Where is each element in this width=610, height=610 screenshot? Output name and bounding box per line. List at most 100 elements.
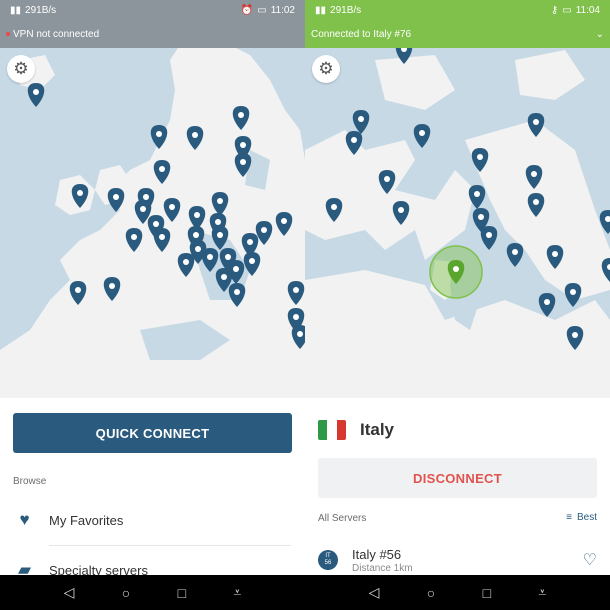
system-nav-bar: ◁ ○ □ ⩡ ◁ ○ □ ⩡ (0, 575, 610, 610)
server-pin[interactable] (345, 131, 363, 155)
menu-item-specialty[interactable]: ▰ Specialty servers (0, 550, 305, 575)
menu-item-label: Specialty servers (49, 562, 148, 576)
server-pin[interactable] (601, 258, 610, 282)
all-servers-label: All Servers (318, 513, 367, 524)
connection-status-bar: VPN not connected (0, 20, 305, 48)
network-speed: 291B/s (330, 4, 362, 16)
sort-icon: ≡ (566, 512, 572, 523)
quick-connect-button[interactable]: QUICK CONNECT (13, 413, 292, 453)
server-map[interactable] (0, 0, 305, 398)
connection-status-text: VPN not connected (13, 28, 100, 40)
server-pin[interactable] (153, 160, 171, 184)
connected-country: Italy (318, 420, 394, 440)
server-pin[interactable] (103, 277, 121, 301)
server-badge-country: IT (325, 553, 331, 559)
server-map[interactable] (305, 0, 610, 398)
server-distance: Distance 1km (352, 562, 413, 574)
server-pin[interactable] (153, 228, 171, 252)
key-icon: ⚷ (550, 4, 559, 16)
server-pin[interactable] (27, 83, 45, 107)
signal-icon: ▮▮ (315, 4, 327, 16)
disconnect-button[interactable]: DISCONNECT (318, 458, 597, 498)
server-list-item[interactable]: IT 56 Italy #56 Distance 1km ♡ (318, 545, 597, 575)
menu-item-favorites[interactable]: ♥ My Favorites (0, 500, 305, 540)
home-icon[interactable]: ○ (427, 585, 435, 601)
server-pin[interactable] (163, 198, 181, 222)
battery-icon: ▭ (562, 4, 572, 16)
server-pin[interactable] (564, 283, 582, 307)
menu-item-label: My Favorites (49, 512, 124, 528)
connection-status-text: Connected to Italy #76 (311, 28, 412, 40)
server-pin[interactable] (243, 252, 261, 276)
server-pin[interactable] (506, 243, 524, 267)
server-pin[interactable] (468, 185, 486, 209)
server-pin[interactable] (527, 113, 545, 137)
sort-button[interactable]: ≡ Best (566, 512, 597, 523)
browse-label: Browse (13, 476, 47, 487)
server-pin[interactable] (186, 126, 204, 150)
battery-icon: ▭ (257, 4, 267, 16)
home-icon[interactable]: ○ (122, 585, 130, 601)
server-pin[interactable] (275, 212, 293, 236)
server-pin[interactable] (211, 192, 229, 216)
back-icon[interactable]: ◁ (369, 584, 380, 601)
server-pin[interactable] (471, 148, 489, 172)
clock: 11:04 (575, 4, 600, 16)
italy-flag-icon (318, 420, 346, 440)
star-folder-icon: ▰ (17, 560, 32, 575)
menu-down-icon[interactable]: ⩡ (538, 584, 546, 601)
divider (49, 545, 291, 546)
server-pin[interactable] (325, 198, 343, 222)
connection-status-bar: Connected to Italy #76 ⌄ (305, 20, 610, 48)
heart-icon: ♥ (19, 510, 30, 529)
chevron-down-icon[interactable]: ⌄ (596, 29, 604, 40)
sort-label: Best (576, 512, 597, 523)
country-name: Italy (360, 420, 395, 439)
recents-icon[interactable]: □ (483, 585, 491, 601)
server-pin[interactable] (527, 193, 545, 217)
server-pin[interactable] (566, 326, 584, 350)
server-pin[interactable] (546, 245, 564, 269)
server-pin[interactable] (125, 228, 143, 252)
clock: 11:02 (270, 4, 295, 16)
server-pin[interactable] (599, 210, 610, 234)
server-pin[interactable] (234, 153, 252, 177)
bottom-sheet: Italy DISCONNECT All Servers ≡ Best IT 5… (305, 398, 610, 575)
server-pin[interactable] (287, 281, 305, 305)
server-pin[interactable] (255, 221, 273, 245)
server-pin[interactable] (228, 283, 246, 307)
server-pin[interactable] (378, 170, 396, 194)
menu-down-icon[interactable]: ⩡ (233, 584, 241, 601)
server-pin[interactable] (538, 293, 556, 317)
server-pin[interactable] (150, 125, 168, 149)
favorite-heart-icon[interactable]: ♡ (583, 550, 597, 570)
server-pin-layer[interactable] (305, 0, 610, 398)
signal-icon: ▮▮ (10, 4, 22, 16)
status-bar: ▮▮ 291B/s ⚷ ▭ 11:04 (305, 0, 610, 20)
left-screen: ▮▮ 291B/s ⏰ ▭ 11:02 VPN not connected ⚙ QUI… (0, 0, 305, 575)
server-badge-number: 56 (324, 560, 332, 566)
right-screen: ▮▮ 291B/s ⚷ ▭ 11:04 Connected to Italy #76 … (305, 0, 610, 575)
back-icon[interactable]: ◁ (64, 584, 75, 601)
server-pin[interactable] (525, 165, 543, 189)
server-pin[interactable] (69, 281, 87, 305)
server-pin[interactable] (71, 184, 89, 208)
server-pin[interactable] (291, 325, 305, 349)
settings-gear-icon[interactable]: ⚙ (7, 55, 35, 83)
network-speed: 291B/s (25, 4, 57, 16)
server-pin[interactable] (413, 124, 431, 148)
server-pin[interactable] (232, 106, 250, 130)
server-pin[interactable] (201, 248, 219, 272)
alarm-icon: ⏰ (240, 4, 254, 16)
server-name: Italy #56 (352, 546, 402, 562)
server-pin[interactable] (211, 226, 229, 250)
server-pin[interactable] (480, 226, 498, 250)
server-pin[interactable] (352, 110, 370, 134)
recents-icon[interactable]: □ (178, 585, 186, 601)
server-pin[interactable] (177, 253, 195, 277)
bottom-sheet: QUICK CONNECT Browse ♥ My Favorites ▰ Sp… (0, 398, 305, 575)
settings-gear-icon[interactable]: ⚙ (312, 55, 340, 83)
server-pin-layer[interactable] (0, 0, 305, 398)
server-pin[interactable] (392, 201, 410, 225)
server-pin[interactable] (107, 188, 125, 212)
